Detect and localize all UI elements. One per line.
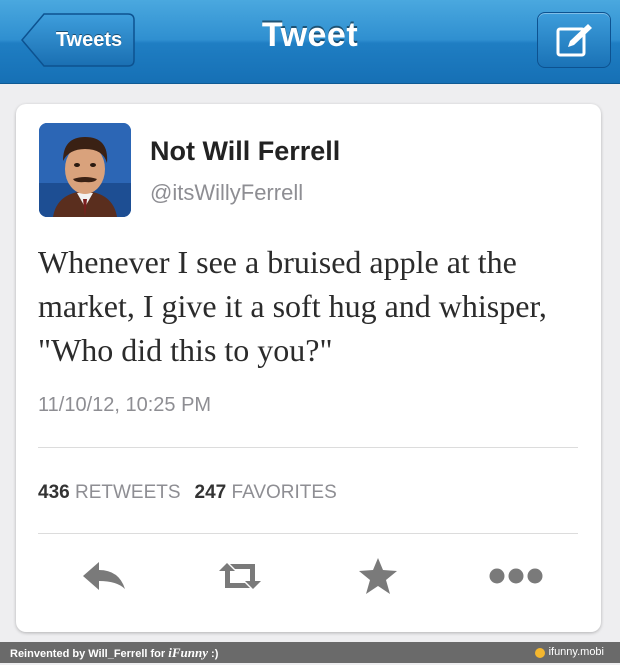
tweet-timestamp: 11/10/12, 10:25 PM xyxy=(38,394,212,416)
navigation-bar: Tweets Tweet xyxy=(0,0,620,84)
favorites-stat[interactable]: 247 FAVORITES xyxy=(195,482,337,503)
footer-credit-suffix: :) xyxy=(207,648,219,660)
retweets-label: RETWEETS xyxy=(74,482,181,503)
favorites-label: FAVORITES xyxy=(231,482,337,503)
ifunny-logo-icon xyxy=(534,647,545,658)
footer-credit: Reinvented by Will_Ferrell for iFunny :) xyxy=(10,642,218,665)
footer-watermark: Reinvented by Will_Ferrell for iFunny :)… xyxy=(0,642,620,663)
retweets-count: 436 xyxy=(38,482,70,503)
tweet-card: Not Will Ferrell @itsWillyFerrell Whenev… xyxy=(16,104,601,632)
footer-credit-text: Reinvented by Will_Ferrell for xyxy=(10,648,169,660)
retweets-stat[interactable]: 436 RETWEETS xyxy=(38,482,181,503)
retweet-icon xyxy=(219,563,261,589)
author-name[interactable]: Not Will Ferrell xyxy=(150,136,340,167)
reply-button[interactable] xyxy=(74,554,134,598)
divider xyxy=(38,533,578,534)
more-button[interactable] xyxy=(486,554,546,598)
back-button-tweets[interactable]: Tweets xyxy=(20,12,136,68)
star-icon xyxy=(359,558,397,594)
compose-button[interactable] xyxy=(537,12,611,68)
retweet-button[interactable] xyxy=(210,554,270,598)
tweet-stats: 436 RETWEETS 247 FAVORITES xyxy=(38,482,337,504)
divider xyxy=(38,447,578,448)
tweet-text: Whenever I see a bruised apple at the ma… xyxy=(38,244,547,368)
more-icon xyxy=(489,568,543,584)
footer-site-text: ifunny.mobi xyxy=(548,646,604,658)
footer-site: ifunny.mobi xyxy=(534,642,604,663)
reply-icon xyxy=(83,562,125,590)
avatar[interactable] xyxy=(39,123,131,217)
favorites-count: 247 xyxy=(194,482,227,503)
footer-brand: iFunny xyxy=(168,645,208,660)
page-title: Tweet xyxy=(261,16,359,54)
avatar-portrait xyxy=(39,123,131,217)
compose-icon xyxy=(556,24,592,57)
favorite-button[interactable] xyxy=(348,554,408,598)
author-handle[interactable]: @itsWillyFerrell xyxy=(150,180,303,206)
back-button-label: Tweets xyxy=(55,28,123,51)
